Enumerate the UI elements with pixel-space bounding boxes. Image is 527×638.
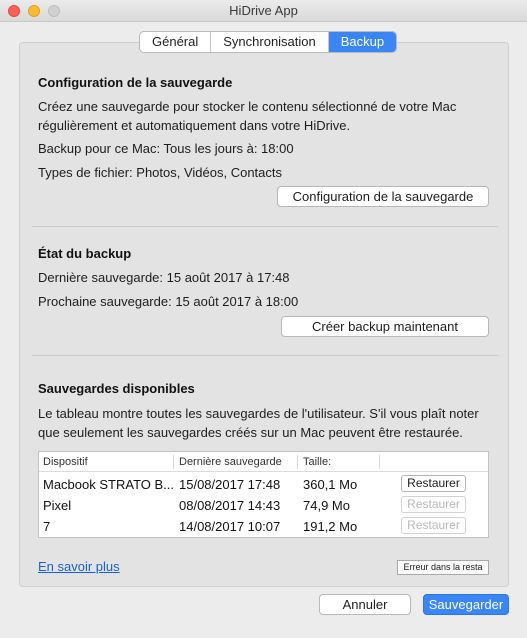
restore-error-button[interactable]: Erreur dans la resta (397, 560, 489, 575)
file-types-text: Types de fichier: Photos, Vidéos, Contac… (38, 165, 283, 180)
restore-button-disabled: Restaurer (401, 496, 466, 513)
backups-table: Dispositif Dernière sauvegarde Taille: M… (38, 451, 489, 538)
next-backup-text: Prochaine sauvegarde: 15 août 2017 à 18:… (38, 294, 299, 309)
save-button[interactable]: Sauvegarder (423, 594, 509, 615)
status-section-title: État du backup (38, 246, 132, 261)
tab-general[interactable]: Général (140, 32, 212, 52)
backup-schedule-text: Backup pour ce Mac: Tous les jours à: 18… (38, 141, 294, 156)
row-size: 191,2 Mo (303, 519, 358, 534)
row-date: 14/08/2017 10:07 (179, 519, 281, 534)
column-separator (297, 455, 298, 469)
column-separator (173, 455, 174, 469)
create-backup-now-button[interactable]: Créer backup maintenant (281, 316, 489, 337)
column-header-device[interactable]: Dispositif (43, 456, 88, 468)
learn-more-link[interactable]: En savoir plus (38, 559, 120, 574)
tab-synchronisation[interactable]: Synchronisation (211, 32, 329, 52)
title-bar: HiDrive App (0, 0, 527, 22)
table-row[interactable]: Macbook STRATO B... 15/08/2017 17:48 360… (39, 474, 488, 494)
row-size: 360,1 Mo (303, 477, 358, 492)
available-section-title: Sauvegardes disponibles (38, 381, 195, 396)
tab-bar: Général Synchronisation Backup (139, 31, 398, 53)
table-row[interactable]: Pixel 08/08/2017 14:43 74,9 Mo Restaurer (39, 495, 488, 515)
cancel-button[interactable]: Annuler (319, 594, 411, 615)
row-date: 08/08/2017 14:43 (179, 498, 281, 513)
row-device: 7 (43, 519, 51, 534)
row-date: 15/08/2017 17:48 (179, 477, 281, 492)
restore-button[interactable]: Restaurer (401, 475, 466, 492)
last-backup-text: Dernière sauvegarde: 15 août 2017 à 17:4… (38, 270, 290, 285)
column-header-size[interactable]: Taille: (303, 456, 331, 468)
table-row[interactable]: 7 14/08/2017 10:07 191,2 Mo Restaurer (39, 516, 488, 536)
config-description-line2: régulièrement et automatiquement dans vo… (38, 118, 351, 133)
section-divider (32, 355, 498, 356)
available-description-line1: Le tableau montre toutes les sauvegardes… (38, 406, 479, 421)
available-description-line2: que seulement les sauvegardes créés sur … (38, 425, 463, 440)
config-section-title: Configuration de la sauvegarde (38, 75, 233, 90)
app-window: HiDrive App Général Synchronisation Back… (0, 0, 527, 638)
restore-button-disabled: Restaurer (401, 517, 466, 534)
row-size: 74,9 Mo (303, 498, 350, 513)
table-header: Dispositif Dernière sauvegarde Taille: (39, 452, 488, 472)
row-device: Pixel (43, 498, 72, 513)
row-device: Macbook STRATO B... (43, 477, 175, 492)
window-title: HiDrive App (229, 3, 298, 18)
tab-backup[interactable]: Backup (328, 32, 397, 52)
configure-backup-button[interactable]: Configuration de la sauvegarde (277, 186, 489, 207)
section-divider (32, 226, 498, 227)
column-header-last-backup[interactable]: Dernière sauvegarde (179, 456, 282, 468)
config-description-line1: Créez une sauvegarde pour stocker le con… (38, 99, 457, 114)
column-separator (379, 455, 380, 469)
